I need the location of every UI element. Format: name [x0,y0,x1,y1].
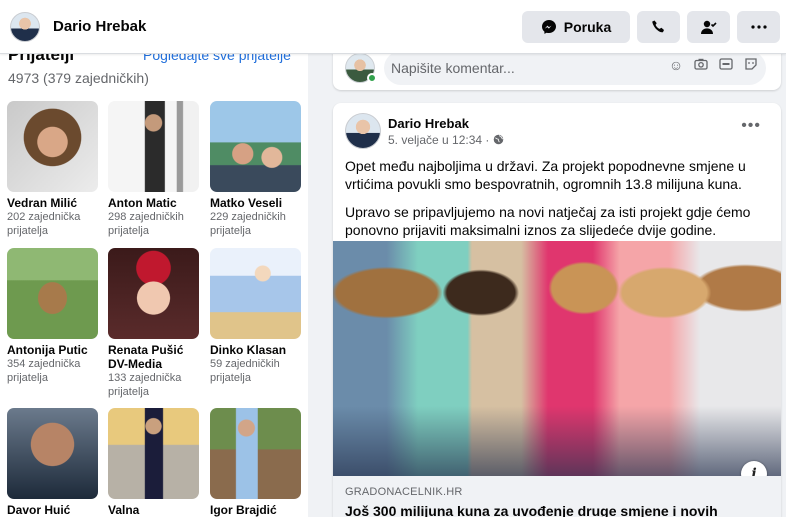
post-meta: 5. veljače u 12:34 · [388,133,504,147]
emoji-icon[interactable]: ☺ [668,57,684,74]
sticker-icon[interactable] [743,57,759,74]
friend-mutual: 133 zajednička prijatelja [108,372,182,398]
friend-photo[interactable] [7,248,98,339]
friend-card[interactable]: Renata Pušić DV-Media 133 zajednička pri… [108,248,200,399]
friend-name[interactable]: Vedran Milić [7,196,99,210]
friend-mutual: 229 zajedničkih prijatelja [210,211,286,237]
friend-card[interactable]: Dinko Klasan 59 zajedničkih prijatelja [210,248,302,385]
friend-name[interactable]: Davor Huić [7,503,99,517]
user-check-icon [700,20,717,34]
composer-icons: ☺ [668,57,759,74]
image-shade [333,406,781,476]
friend-mutual: 202 zajednička prijatelja [7,211,81,237]
friend-name[interactable]: Igor Brajdić [210,503,302,517]
friend-photo[interactable] [108,408,199,499]
more-icon [750,25,767,29]
post-image[interactable] [333,241,781,476]
friend-card[interactable]: Vedran Milić 202 zajednička prijatelja [7,101,99,238]
profile-avatar[interactable] [10,11,40,42]
friend-card[interactable]: Davor Huić [7,408,99,517]
profile-header: Dario Hrebak Poruka [0,0,786,54]
phone-icon [651,20,664,33]
link-domain: GRADONACELNIK.HR [345,486,463,498]
more-button[interactable] [737,11,780,43]
friend-photo[interactable] [210,248,301,339]
friends-panel: Prijatelji Pogledajte sve prijatelje 497… [0,54,308,517]
friend-photo[interactable] [7,408,98,499]
post-author-avatar[interactable] [345,113,381,149]
message-button-label: Poruka [563,19,612,35]
friend-card[interactable]: Matko Veseli 229 zajedničkih prijatelja [210,101,302,238]
friend-mutual: 59 zajedničkih prijatelja [210,358,280,384]
call-button[interactable] [637,11,680,43]
friend-photo[interactable] [210,408,301,499]
see-all-friends-link[interactable]: Pogledajte sve prijatelje [143,54,291,63]
online-status-dot [367,73,377,83]
friend-name[interactable]: Matko Veseli [210,196,302,210]
post-paragraph: Opet među najboljima u državi. Za projek… [345,158,746,192]
post-paragraph: Upravo se pripavljujemo na novi natječaj… [345,204,751,238]
friend-photo[interactable] [7,101,98,192]
friend-photo[interactable] [108,248,199,339]
friend-photo[interactable] [108,101,199,192]
post-options-icon[interactable]: ••• [741,117,761,135]
friends-count: 4973 (379 zajedničkih) [8,70,149,86]
friend-mutual: 298 zajedničkih prijatelja [108,211,184,237]
header-actions: Poruka [522,11,780,43]
gif-icon[interactable] [718,57,734,74]
messenger-icon [541,20,556,34]
link-title[interactable]: Još 300 milijuna kuna za uvođenje druge … [345,503,769,517]
friend-card[interactable]: Antonija Putic 354 zajednička prijatelja [7,248,99,385]
feed-post: Dario Hrebak 5. veljače u 12:34 · ••• Op… [333,103,781,517]
friends-title[interactable]: Prijatelji [8,54,74,65]
friend-name[interactable]: Valna Bastijančić [108,503,200,517]
friend-name[interactable]: Dinko Klasan [210,343,302,357]
profile-name[interactable]: Dario Hrebak [53,18,146,35]
friend-card[interactable]: Igor Brajdić [210,408,302,517]
message-button[interactable]: Poruka [522,11,630,43]
friend-name[interactable]: Renata Pušić DV-Media [108,343,200,371]
friends-status-button[interactable] [687,11,730,43]
friend-card[interactable]: Valna Bastijančić [108,408,200,517]
globe-icon [493,134,504,145]
friend-card[interactable]: Anton Matic 298 zajedničkih prijatelja [108,101,200,238]
post-date[interactable]: 5. veljače u 12:34 · [388,133,489,147]
friend-name[interactable]: Antonija Putic [7,343,99,357]
friend-mutual: 354 zajednička prijatelja [7,358,81,384]
friend-photo[interactable] [210,101,301,192]
link-preview[interactable]: GRADONACELNIK.HR Još 300 milijuna kuna z… [333,476,781,517]
camera-icon[interactable] [693,57,709,74]
post-text: Opet među najboljima u državi. Za projek… [345,157,765,239]
post-author[interactable]: Dario Hrebak [388,116,469,131]
friend-name[interactable]: Anton Matic [108,196,200,210]
